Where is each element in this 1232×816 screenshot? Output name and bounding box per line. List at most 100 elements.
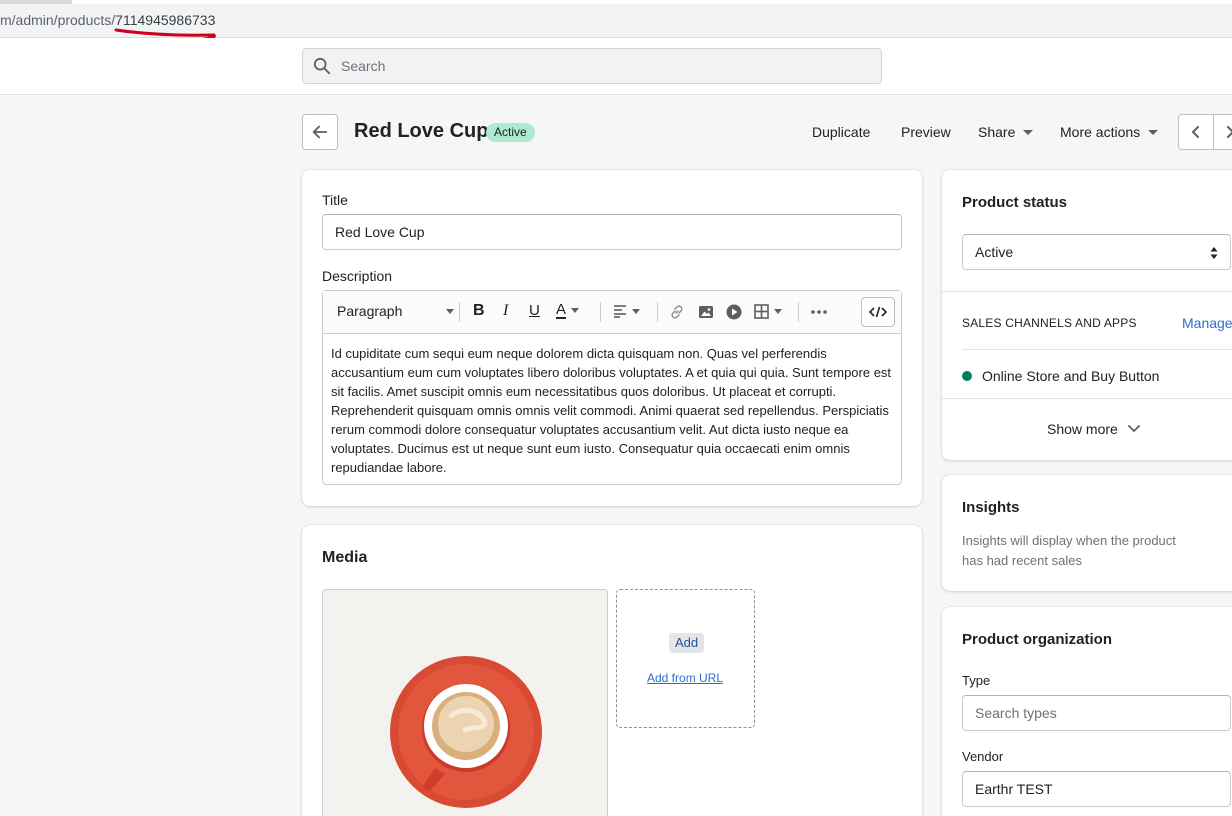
caret-down-icon (774, 309, 782, 314)
image-icon (699, 306, 713, 318)
insert-video-button[interactable] (726, 304, 742, 320)
caret-down-icon (446, 308, 455, 314)
product-pagination (1178, 114, 1232, 150)
back-button[interactable] (302, 114, 338, 150)
toolbar-divider (657, 302, 658, 322)
url-prefix: m/admin/products/ (0, 12, 116, 28)
insights-heading: Insights (962, 499, 1020, 516)
description-text[interactable]: Id cupiditate cum sequi eum neque dolore… (323, 334, 901, 487)
next-product-button[interactable] (1212, 115, 1232, 149)
insights-card: Insights Insights will display when the … (942, 475, 1232, 591)
description-editor: Paragraph B I U A Id cupiditate cum sequ… (322, 290, 902, 485)
show-more-button[interactable]: Show more (1047, 421, 1140, 437)
align-left-icon (614, 305, 626, 318)
editor-toolbar: Paragraph B I U A (323, 291, 901, 334)
global-search[interactable] (302, 48, 882, 84)
browser-url-bar[interactable]: m/admin/products/7114945986733 (0, 0, 1232, 41)
caret-down-icon (1148, 129, 1159, 135)
add-from-url-link[interactable]: Add from URL (647, 671, 723, 685)
duplicate-button[interactable]: Duplicate (812, 124, 870, 140)
arrow-left-icon (312, 125, 328, 139)
more-actions-label: More actions (1060, 124, 1141, 140)
status-badge: Active (486, 123, 535, 142)
coffee-cup-image (323, 590, 607, 816)
insert-table-button[interactable] (754, 304, 782, 319)
previous-product-button[interactable] (1179, 115, 1213, 149)
card-divider (942, 291, 1232, 292)
media-heading: Media (322, 549, 368, 566)
chevron-down-icon (1127, 425, 1140, 432)
share-label: Share (978, 124, 1016, 140)
table-icon (754, 304, 769, 319)
insert-link-button[interactable] (669, 304, 685, 320)
title-label: Title (322, 192, 348, 208)
text-color-icon: A (556, 301, 567, 319)
underline-button[interactable]: U (529, 302, 540, 319)
title-input[interactable]: Red Love Cup (322, 214, 902, 250)
product-details-card: Title Red Love Cup Description Paragraph… (302, 170, 922, 506)
chevron-right-icon (1227, 126, 1232, 138)
code-icon (868, 306, 888, 318)
card-divider (962, 349, 1232, 350)
status-select[interactable]: Active (962, 234, 1231, 270)
paragraph-format-select[interactable]: Paragraph (337, 303, 455, 319)
product-organization-card: Product organization Type Search types V… (942, 607, 1232, 816)
link-icon (671, 305, 683, 319)
share-button[interactable]: Share (978, 124, 1034, 140)
add-media-button[interactable]: Add (669, 633, 705, 653)
sales-channels-heading: SALES CHANNELS AND APPS (962, 316, 1137, 330)
show-more-label: Show more (1047, 421, 1118, 437)
url-product-id: 7114945986733 (115, 12, 216, 28)
caret-down-icon (632, 308, 640, 314)
product-organization-heading: Product organization (962, 631, 1112, 648)
insights-text-line1: Insights will display when the product (962, 533, 1176, 548)
show-html-button[interactable] (861, 297, 895, 327)
insights-text-line2: has had recent sales (962, 553, 1082, 568)
status-select-value: Active (975, 244, 1014, 260)
product-status-card: Product status Active SALES CHANNELS AND… (942, 170, 1232, 460)
more-actions-button[interactable]: More actions (1060, 124, 1159, 140)
channel-status-dot (962, 371, 972, 381)
media-card: Media Add Add from URL (302, 525, 922, 816)
page-title: Red Love Cup (354, 120, 489, 142)
product-status-heading: Product status (962, 194, 1068, 211)
manage-channels-link[interactable]: Manage (1182, 315, 1232, 331)
bold-button[interactable]: B (473, 302, 485, 320)
text-color-button[interactable]: A (556, 301, 580, 319)
channel-online-store: Online Store and Buy Button (982, 368, 1160, 384)
search-icon (313, 57, 331, 75)
card-divider (942, 398, 1232, 399)
more-horizontal-icon (811, 310, 827, 314)
vendor-input[interactable]: Earthr TEST (962, 771, 1231, 807)
media-dropzone[interactable]: Add Add from URL (616, 589, 755, 728)
type-label: Type (962, 673, 991, 688)
search-input[interactable] (341, 58, 841, 74)
italic-button[interactable]: I (503, 302, 508, 320)
bold-icon: B (473, 302, 485, 319)
toolbar-divider (798, 302, 799, 322)
preview-button[interactable]: Preview (901, 124, 951, 140)
play-icon (726, 304, 742, 320)
align-button[interactable] (613, 304, 640, 318)
toolbar-divider (459, 302, 460, 322)
select-arrows-icon (1210, 247, 1218, 259)
browser-tabstrip (0, 0, 1232, 4)
url-text[interactable]: m/admin/products/7114945986733 (0, 12, 215, 28)
underline-icon: U (529, 302, 540, 319)
browser-tab-edge (0, 0, 72, 4)
caret-down-icon (1023, 129, 1034, 135)
caret-down-icon (571, 308, 580, 313)
chevron-left-icon (1191, 126, 1199, 138)
paragraph-label: Paragraph (337, 303, 403, 319)
insert-image-button[interactable] (698, 304, 714, 320)
toolbar-divider (600, 302, 601, 322)
admin-top-bar (0, 38, 1232, 95)
vendor-label: Vendor (962, 749, 1004, 764)
type-input[interactable]: Search types (962, 695, 1231, 731)
more-formatting-button[interactable] (810, 305, 828, 319)
product-image-thumbnail[interactable] (322, 589, 608, 816)
duplicate-label: Duplicate (812, 124, 871, 140)
italic-icon: I (503, 302, 509, 319)
preview-label: Preview (901, 124, 951, 140)
description-label: Description (322, 268, 393, 284)
